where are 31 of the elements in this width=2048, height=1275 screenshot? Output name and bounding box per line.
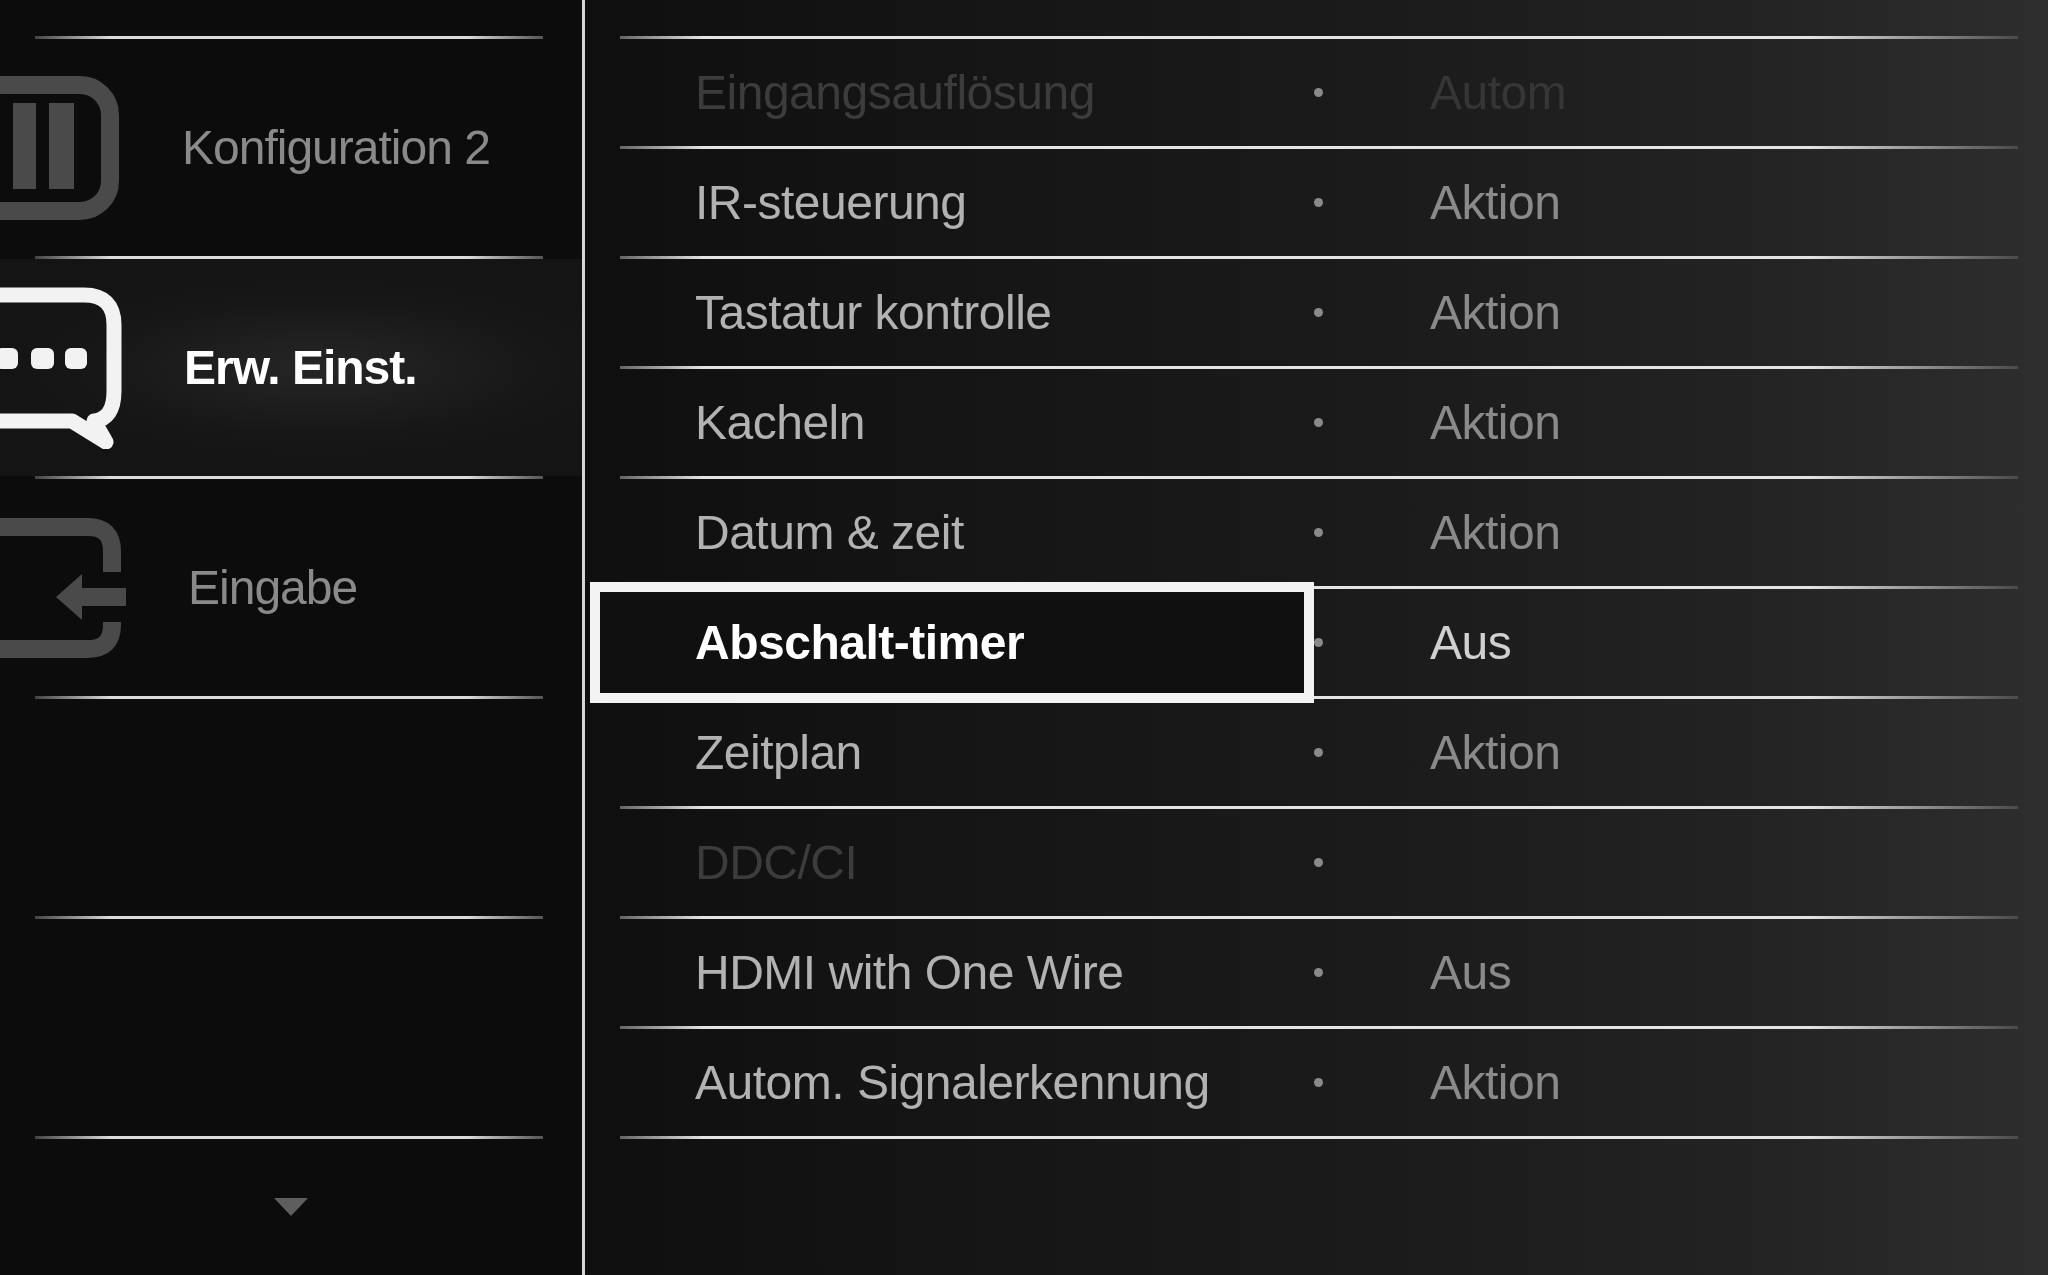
bullet-icon bbox=[1314, 198, 1323, 207]
panel-bars-icon bbox=[0, 75, 120, 220]
bullet-icon bbox=[1314, 88, 1323, 97]
sidebar-item[interactable]: Erw. Einst. bbox=[0, 259, 582, 476]
bullet-icon bbox=[1314, 748, 1323, 757]
bullet-icon bbox=[1314, 1078, 1323, 1087]
setting-value: Aktion bbox=[1430, 395, 1561, 450]
menu-item[interactable]: Kacheln bbox=[590, 369, 1314, 476]
speech-bubble-icon bbox=[0, 286, 122, 449]
setting-value: Aktion bbox=[1430, 285, 1561, 340]
menu-item[interactable]: HDMI with One Wire bbox=[590, 919, 1314, 1026]
menu-item[interactable]: Abschalt-timer bbox=[590, 582, 1314, 703]
sidebar-item[interactable]: Konfiguration 2 bbox=[0, 39, 582, 256]
menu-item[interactable]: Autom. Signalerkennung bbox=[590, 1029, 1314, 1136]
bullet-icon bbox=[1314, 638, 1323, 647]
bullet-icon bbox=[1314, 858, 1323, 867]
caret-down-icon bbox=[274, 1198, 308, 1216]
setting-value: Aktion bbox=[1430, 1055, 1561, 1110]
bullet-icon bbox=[1314, 418, 1323, 427]
menu-item[interactable]: Tastatur kontrolle bbox=[590, 259, 1314, 366]
bullet-icon bbox=[1314, 968, 1323, 977]
menu-item[interactable]: IR-steuerung bbox=[590, 149, 1314, 256]
setting-value: Aktion bbox=[1430, 175, 1561, 230]
input-arrow-icon bbox=[0, 517, 126, 658]
setting-value: Aus bbox=[1430, 945, 1512, 1000]
setting-value: Aktion bbox=[1430, 505, 1561, 560]
sidebar-item[interactable]: Eingabe bbox=[0, 479, 582, 696]
setting-value: Aktion bbox=[1430, 725, 1561, 780]
bullet-icon bbox=[1314, 528, 1323, 537]
bullet-icon bbox=[1314, 308, 1323, 317]
setting-value: Aus bbox=[1430, 615, 1512, 670]
